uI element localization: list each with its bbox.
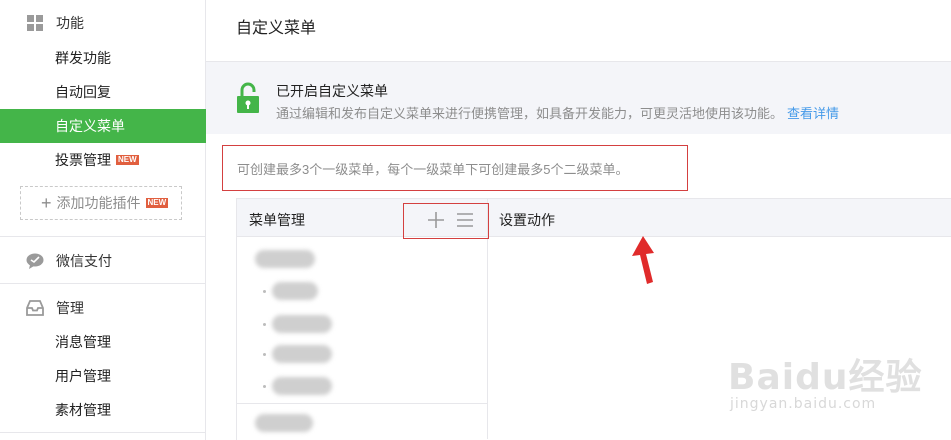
- sidebar-section-function: 功能: [0, 6, 206, 40]
- menu-management-header: 菜单管理: [249, 212, 305, 228]
- set-action-header: 设置动作: [499, 212, 555, 228]
- sidebar-section-label: 管理: [56, 300, 84, 316]
- status-notice: 已开启自定义菜单 通过编辑和发布自定义菜单来进行便携管理，如具备开发能力，可更灵…: [206, 62, 951, 134]
- redacted-text: [272, 315, 332, 333]
- notice-title: 已开启自定义菜单: [276, 83, 388, 99]
- sidebar-item-label: 消息管理: [55, 334, 111, 350]
- annotation-arrow: [632, 236, 654, 284]
- redacted-text: [272, 377, 332, 395]
- sidebar-item-label: 素材管理: [55, 402, 111, 418]
- menu-item-level2[interactable]: [263, 314, 332, 334]
- editor-header: 菜单管理 设置动作: [237, 199, 951, 237]
- inbox-icon: [26, 299, 44, 317]
- sidebar-item-label: 用户管理: [55, 368, 111, 384]
- sidebar-item-mass-send[interactable]: 群发功能: [0, 41, 206, 75]
- bullet-icon: [263, 289, 266, 293]
- bullet-icon: [263, 322, 266, 326]
- sidebar-item-messages[interactable]: 消息管理: [0, 325, 206, 359]
- sidebar-divider: [0, 283, 206, 284]
- grid-icon: [26, 14, 44, 32]
- page-title: 自定义菜单: [236, 20, 317, 37]
- bullet-icon: [263, 352, 266, 356]
- sidebar-divider: [0, 432, 206, 433]
- notice-text: 通过编辑和发布自定义菜单来进行便携管理，如具备开发能力，可更灵活地使用该功能。: [276, 106, 784, 121]
- sidebar-item-auto-reply[interactable]: 自动回复: [0, 75, 206, 109]
- redacted-text: [255, 250, 315, 268]
- sort-menu-button[interactable]: [455, 210, 475, 230]
- bullet-icon: [263, 384, 266, 388]
- sidebar-item-vote[interactable]: 投票管理 NEW: [0, 143, 206, 177]
- redacted-text: [272, 282, 318, 300]
- sidebar: 功能 群发功能 自动回复 自定义菜单 投票管理 NEW + 添加功能插件 NEW…: [0, 0, 206, 440]
- menu-item-level1[interactable]: [255, 413, 313, 433]
- chat-bubble-icon: [26, 252, 44, 270]
- menu-item-level2[interactable]: [263, 281, 318, 301]
- sidebar-section-manage: 管理: [0, 291, 206, 325]
- sidebar-section-label: 功能: [56, 15, 84, 31]
- main-content: 自定义菜单 已开启自定义菜单 通过编辑和发布自定义菜单来进行便携管理，如具备开发…: [206, 0, 951, 440]
- add-plugin-button[interactable]: + 添加功能插件 NEW: [20, 186, 182, 220]
- redacted-text: [255, 414, 313, 432]
- menu-tools-highlight: [403, 203, 489, 239]
- sidebar-item-label: 群发功能: [55, 50, 111, 66]
- sidebar-item-label: 投票管理: [55, 152, 111, 168]
- sidebar-item-materials[interactable]: 素材管理: [0, 393, 206, 427]
- plus-icon: +: [41, 193, 52, 213]
- sidebar-section-label: 微信支付: [56, 253, 112, 269]
- menu-limit-tip: 可创建最多3个一级菜单，每个一级菜单下可创建最多5个二级菜单。: [222, 145, 688, 191]
- sidebar-divider: [0, 236, 206, 237]
- menu-item-level2[interactable]: [263, 344, 332, 364]
- sidebar-item-wechat-pay[interactable]: 微信支付: [0, 244, 206, 278]
- sidebar-item-users[interactable]: 用户管理: [0, 359, 206, 393]
- menu-editor: 菜单管理 设置动作: [236, 198, 951, 440]
- new-badge: NEW: [116, 155, 139, 165]
- view-details-link[interactable]: 查看详情: [787, 106, 839, 121]
- menu-item-level2[interactable]: [263, 376, 332, 396]
- unlock-icon: [236, 82, 260, 117]
- add-menu-button[interactable]: [426, 210, 446, 230]
- menu-item-level1[interactable]: [255, 249, 315, 269]
- sidebar-item-custom-menu[interactable]: 自定义菜单: [0, 109, 206, 143]
- redacted-text: [272, 345, 332, 363]
- sidebar-item-label: 自定义菜单: [55, 118, 125, 134]
- limit-tip-text: 可创建最多3个一级菜单，每个一级菜单下可创建最多5个二级菜单。: [237, 161, 629, 177]
- menu-group-divider: [237, 403, 487, 404]
- new-badge: NEW: [145, 198, 169, 208]
- notice-description: 通过编辑和发布自定义菜单来进行便携管理，如具备开发能力，可更灵活地使用该功能。查…: [276, 103, 839, 122]
- add-plugin-label: 添加功能插件: [56, 195, 141, 211]
- sidebar-item-label: 自动回复: [55, 84, 111, 100]
